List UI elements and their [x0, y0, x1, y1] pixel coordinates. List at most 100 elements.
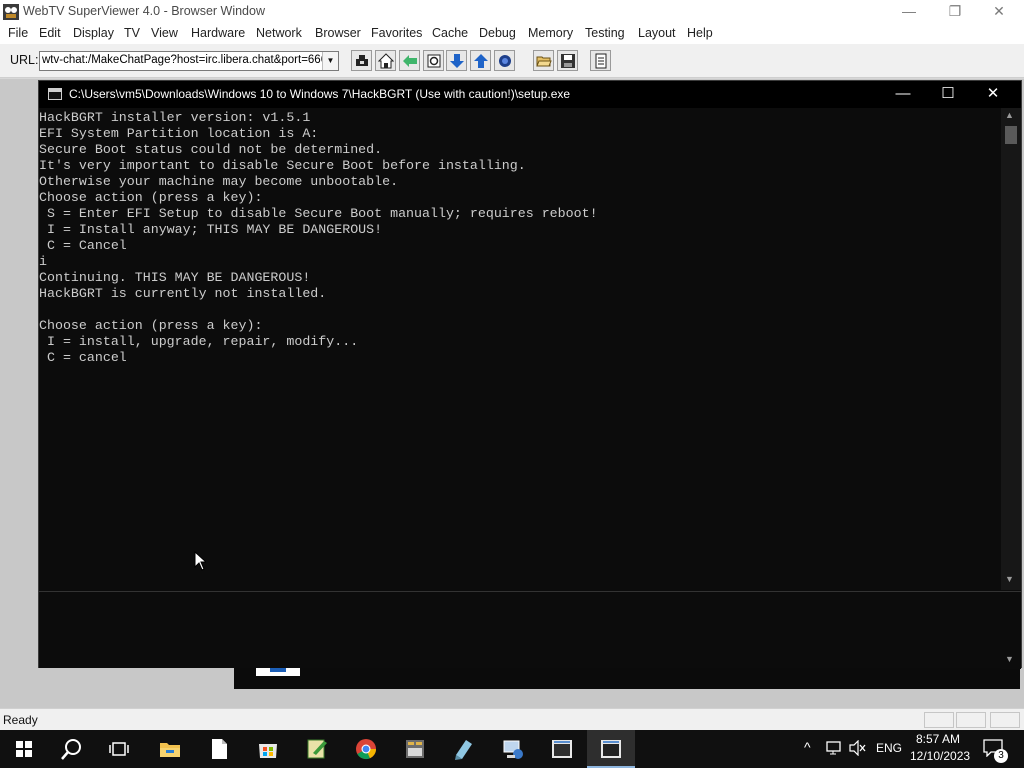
menu-hardware[interactable]: Hardware — [191, 26, 245, 40]
tray-overflow-chevron-icon[interactable]: ^ — [804, 739, 811, 755]
volume-muted-icon[interactable] — [849, 740, 867, 756]
maximize-icon: ☐ — [941, 85, 955, 102]
close-icon: ✕ — [986, 85, 1000, 102]
console-line: S = Enter EFI Setup to disable Secure Bo… — [39, 206, 598, 221]
menu-tv[interactable]: TV — [124, 26, 140, 40]
save-button[interactable] — [557, 50, 578, 71]
console-minimize-button[interactable]: — — [880, 81, 926, 108]
document-button[interactable] — [590, 50, 611, 71]
search-icon — [61, 739, 81, 760]
connect-icon — [356, 55, 368, 66]
console-scrollbar[interactable]: ▲ ▼ — [1001, 108, 1021, 590]
save-icon — [561, 54, 575, 68]
status-pane — [956, 712, 986, 728]
menu-browser[interactable]: Browser — [315, 26, 361, 40]
webtv-viewer-icon — [552, 740, 572, 758]
back-button[interactable] — [399, 50, 420, 71]
network-app-icon — [503, 740, 523, 759]
menu-memory[interactable]: Memory — [528, 26, 573, 40]
language-indicator[interactable]: ENG — [876, 741, 902, 755]
taskbar-store[interactable] — [244, 730, 292, 768]
console-line: C = cancel — [39, 350, 127, 365]
console-icon — [601, 740, 621, 758]
menu-layout[interactable]: Layout — [638, 26, 676, 40]
console-line: C = Cancel — [39, 238, 127, 253]
url-combobox[interactable]: wtv-chat:/MakeChatPage?host=irc.libera.c… — [39, 51, 339, 71]
home-icon — [378, 53, 394, 69]
tool-icon — [455, 740, 472, 760]
scroll-down-arrow-icon[interactable]: ▼ — [1005, 654, 1014, 664]
console-maximize-button[interactable]: ☐ — [925, 81, 971, 108]
mouse-cursor-icon — [194, 551, 206, 571]
console-close-button[interactable]: ✕ — [970, 81, 1016, 108]
url-input[interactable]: wtv-chat:/MakeChatPage?host=irc.libera.c… — [42, 54, 322, 66]
menu-favorites[interactable]: Favorites — [371, 26, 422, 40]
scroll-down-icon — [450, 54, 464, 68]
scroll-down-button[interactable] — [446, 50, 467, 71]
notification-count-badge: 3 — [994, 749, 1008, 763]
menu-view[interactable]: View — [151, 26, 178, 40]
taskbar-notepad[interactable] — [195, 730, 243, 768]
close-button[interactable]: ✕ — [976, 0, 1022, 24]
url-dropdown-icon[interactable]: ▼ — [322, 52, 338, 70]
scroll-up-icon — [474, 54, 488, 68]
taskbar-file-explorer[interactable] — [146, 730, 194, 768]
console-titlebar[interactable]: C:\Users\vm5\Downloads\Windows 10 to Win… — [39, 81, 1021, 108]
console-line: Continuing. THIS MAY BE DANGEROUS! — [39, 270, 311, 285]
stop-icon — [499, 55, 511, 67]
taskbar-editor[interactable] — [293, 730, 341, 768]
menu-bar: File Edit Display TV View Hardware Netwo… — [0, 24, 1024, 44]
status-text: Ready — [3, 713, 38, 727]
scroll-down-arrow-icon[interactable]: ▼ — [1005, 574, 1014, 584]
menu-debug[interactable]: Debug — [479, 26, 516, 40]
taskbar-tool[interactable] — [440, 730, 488, 768]
document-icon — [595, 53, 607, 69]
clock-time[interactable]: 8:57 AM — [916, 732, 960, 746]
menu-edit[interactable]: Edit — [39, 26, 61, 40]
console-line: Choose action (press a key): — [39, 318, 263, 333]
reload-button[interactable] — [423, 50, 444, 71]
network-icon[interactable] — [826, 740, 844, 756]
menu-network[interactable]: Network — [256, 26, 302, 40]
taskbar-network-app[interactable] — [489, 730, 537, 768]
lower-pane-scrollbar[interactable]: ▼ — [1001, 592, 1021, 669]
task-view-button[interactable] — [96, 730, 144, 768]
file-explorer-icon — [160, 743, 180, 757]
task-view-icon — [109, 742, 129, 756]
console-line: Secure Boot status could not be determin… — [39, 142, 383, 157]
menu-help[interactable]: Help — [687, 26, 713, 40]
console-line: EFI System Partition location is A: — [39, 126, 319, 141]
console-line: I = Install anyway; THIS MAY BE DANGEROU… — [39, 222, 383, 237]
restore-button[interactable]: ❐ — [932, 0, 978, 24]
connect-button[interactable] — [351, 50, 372, 71]
menu-file[interactable]: File — [8, 26, 28, 40]
scroll-up-button[interactable] — [470, 50, 491, 71]
start-button[interactable] — [0, 730, 48, 768]
open-folder-icon — [536, 56, 552, 67]
console-window[interactable]: C:\Users\vm5\Downloads\Windows 10 to Win… — [38, 80, 1022, 669]
taskbar-chrome[interactable] — [342, 730, 390, 768]
taskbar-search-button[interactable] — [48, 730, 96, 768]
taskbar-console[interactable] — [587, 730, 635, 768]
scroll-up-arrow-icon[interactable]: ▲ — [1005, 110, 1014, 120]
open-button[interactable] — [533, 50, 554, 71]
browser-titlebar[interactable]: WebTV SuperViewer 4.0 - Browser Window —… — [0, 0, 1024, 24]
menu-testing[interactable]: Testing — [585, 26, 625, 40]
minimize-icon: — — [895, 85, 911, 102]
window-title: WebTV SuperViewer 4.0 - Browser Window — [23, 4, 265, 18]
menu-display[interactable]: Display — [73, 26, 114, 40]
scroll-thumb[interactable] — [1005, 126, 1017, 144]
minimize-button[interactable]: — — [886, 0, 932, 24]
console-app-icon — [48, 88, 62, 100]
status-bar: Ready — [0, 708, 1024, 730]
taskbar-ide[interactable] — [391, 730, 439, 768]
taskbar-webtv-viewer[interactable] — [538, 730, 586, 768]
home-button[interactable] — [375, 50, 396, 71]
back-icon — [403, 55, 417, 67]
clock-date[interactable]: 12/10/2023 — [910, 749, 970, 763]
stop-button[interactable] — [494, 50, 515, 71]
console-line: Otherwise your machine may become unboot… — [39, 174, 399, 189]
menu-cache[interactable]: Cache — [432, 26, 468, 40]
console-output[interactable]: HackBGRT installer version: v1.5.1 EFI Sy… — [39, 110, 1001, 590]
console-line: Choose action (press a key): — [39, 190, 263, 205]
